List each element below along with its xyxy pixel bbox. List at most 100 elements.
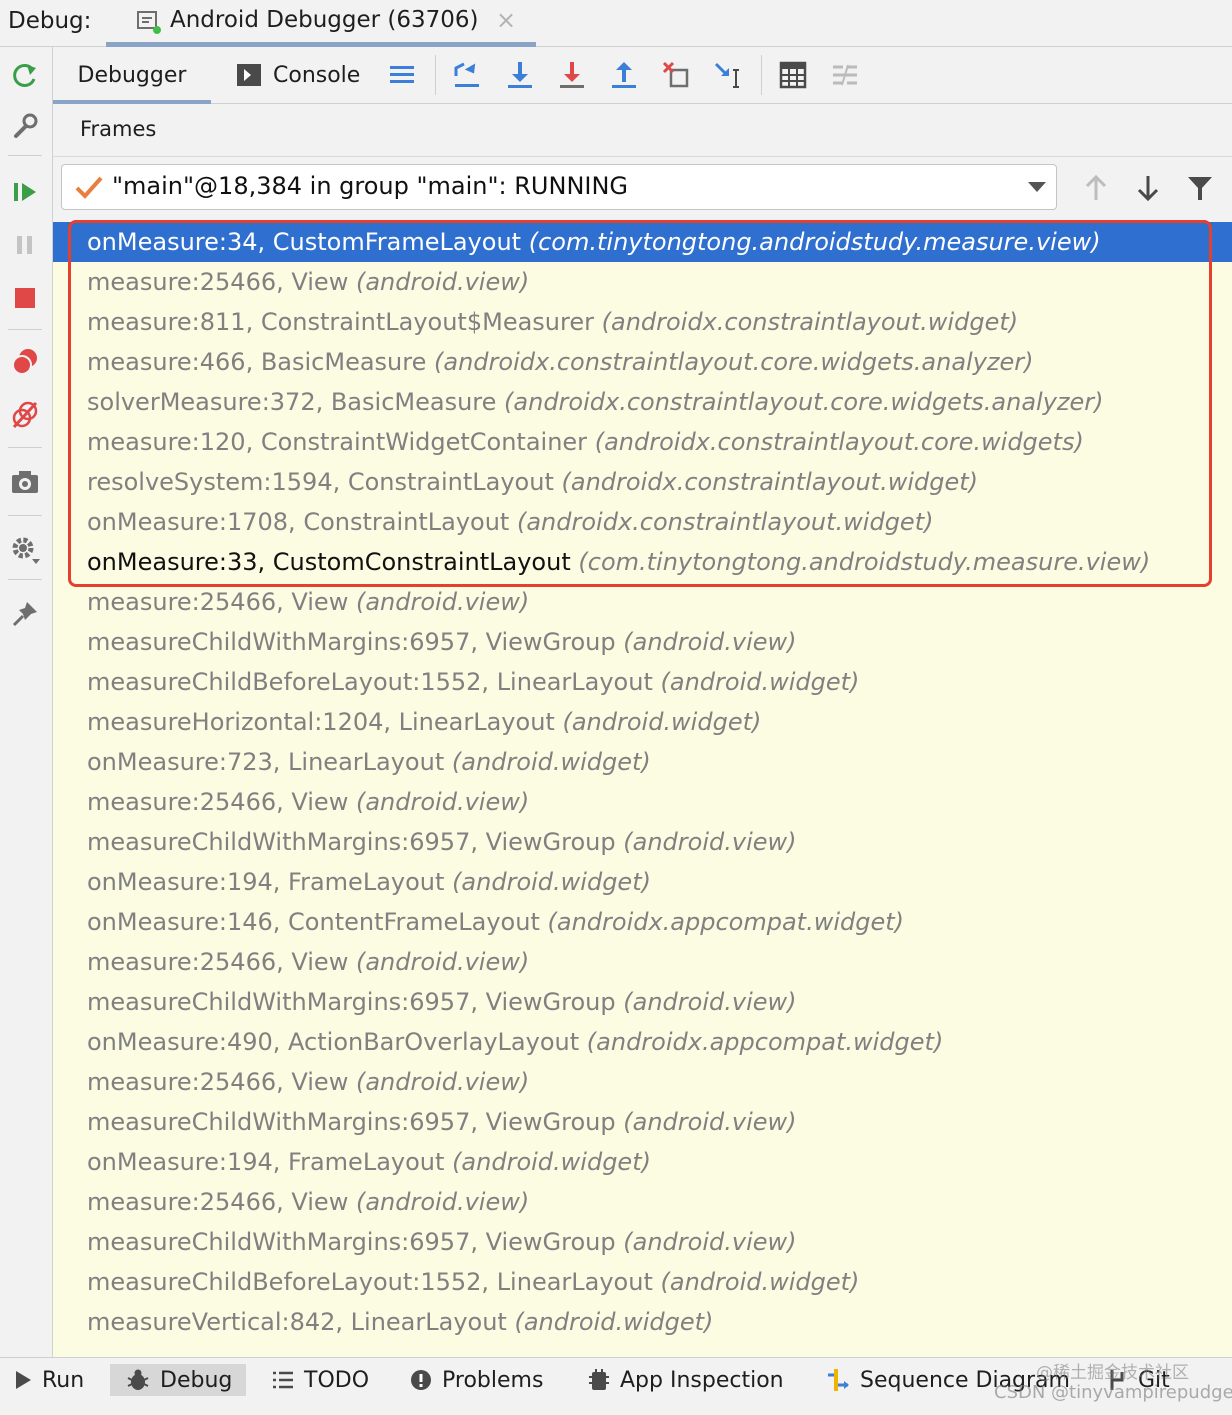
frame-method: measure:25466, View — [87, 1188, 349, 1216]
frame-method: measure:25466, View — [87, 588, 349, 616]
tab-debugger-label: Debugger — [77, 62, 187, 88]
pause-program-icon[interactable] — [10, 230, 40, 260]
frame-package: (android.view) — [355, 1068, 530, 1096]
rerun-icon[interactable] — [10, 61, 40, 91]
thread-selector-dropdown[interactable]: "main"@18,384 in group "main": RUNNING — [61, 164, 1057, 210]
close-tab-icon[interactable]: × — [496, 6, 516, 34]
stop-icon[interactable] — [10, 283, 40, 313]
stack-frame-row[interactable]: measure:25466, View (android.view) — [53, 582, 1232, 622]
frame-package: (androidx.appcompat.widget) — [547, 908, 905, 936]
step-into-icon[interactable] — [556, 59, 588, 91]
tab-console[interactable]: Console — [237, 47, 360, 103]
separator — [8, 579, 42, 580]
pin-icon[interactable] — [10, 599, 40, 629]
frame-method: measure:25466, View — [87, 1068, 349, 1096]
tool-todo[interactable]: TODO — [272, 1364, 369, 1396]
tool-debug[interactable]: Debug — [110, 1364, 247, 1396]
frame-package: (android.view) — [355, 588, 530, 616]
stack-frame-row[interactable]: measureChildWithMargins:6957, ViewGroup … — [53, 1102, 1232, 1142]
frame-package: (android.widget) — [660, 1268, 860, 1296]
frame-method: measureChildBeforeLayout:1552, LinearLay… — [87, 668, 653, 696]
resume-program-icon[interactable] — [10, 177, 40, 207]
stack-frame-row[interactable]: measureChildBeforeLayout:1552, LinearLay… — [53, 662, 1232, 702]
frame-package: (android.view) — [355, 788, 530, 816]
debug-label: Debug: — [8, 8, 92, 34]
stack-frame-row[interactable]: onMeasure:723, LinearLayout (android.wid… — [53, 742, 1232, 782]
frame-method: measureVertical:842, LinearLayout — [87, 1308, 507, 1336]
stack-frame-row[interactable]: measure:25466, View (android.view) — [53, 942, 1232, 982]
next-frame-down-arrow-icon[interactable] — [1133, 172, 1163, 204]
list-icon — [272, 1370, 294, 1390]
chevron-down-icon — [1028, 182, 1046, 192]
tool-run[interactable]: Run — [14, 1364, 84, 1396]
bug-icon — [126, 1368, 150, 1392]
separator — [761, 55, 762, 95]
frame-package: (androidx.appcompat.widget) — [586, 1028, 944, 1056]
step-over-icon[interactable] — [504, 59, 536, 91]
frame-package: (android.view) — [355, 1188, 530, 1216]
debug-tool-window-header: Debug: Android Debugger (63706) × — [0, 0, 1232, 47]
frame-method: onMeasure:146, ContentFrameLayout — [87, 908, 540, 936]
frame-method: measureChildWithMargins:6957, ViewGroup — [87, 828, 616, 856]
show-execution-point-icon[interactable] — [451, 59, 483, 91]
frame-package: (android.view) — [355, 948, 530, 976]
frame-method: measureChildBeforeLayout:1552, LinearLay… — [87, 1268, 653, 1296]
trace-current-stream-icon[interactable] — [829, 59, 861, 91]
tool-run-label: Run — [42, 1367, 85, 1393]
camera-icon[interactable] — [10, 467, 40, 497]
frame-method: onMeasure:194, FrameLayout — [87, 1148, 445, 1176]
show-options-menu-icon[interactable] — [386, 59, 418, 91]
separator — [8, 329, 42, 330]
tool-problems[interactable]: Problems — [410, 1364, 543, 1396]
frame-method: measureChildWithMargins:6957, ViewGroup — [87, 1228, 616, 1256]
stack-frame-row[interactable]: measureChildBeforeLayout:1552, LinearLay… — [53, 1262, 1232, 1302]
tool-debug-label: Debug — [160, 1367, 233, 1393]
debugger-toolbar: Debugger Console — [53, 47, 1232, 104]
frame-method: measureChildWithMargins:6957, ViewGroup — [87, 988, 616, 1016]
frame-package: (android.widget) — [452, 1148, 651, 1176]
tab-debugger[interactable]: Debugger — [53, 47, 211, 104]
wrench-icon[interactable] — [10, 111, 40, 141]
stack-frame-row[interactable]: measureVertical:842, LinearLayout (andro… — [53, 1302, 1232, 1342]
stack-frame-row[interactable]: measureChildWithMargins:6957, ViewGroup … — [53, 822, 1232, 862]
session-title: Android Debugger (63706) — [170, 7, 479, 33]
info-circle-icon — [410, 1369, 432, 1391]
frame-method: measureChildWithMargins:6957, ViewGroup — [87, 1108, 616, 1136]
step-out-icon[interactable] — [608, 59, 640, 91]
evaluate-expression-icon[interactable] — [777, 59, 809, 91]
frames-title: Frames — [80, 117, 157, 141]
drop-frame-icon[interactable] — [660, 59, 692, 91]
stack-frame-row[interactable]: onMeasure:194, FrameLayout (android.widg… — [53, 862, 1232, 902]
stack-frame-row[interactable]: measureChildWithMargins:6957, ViewGroup … — [53, 1222, 1232, 1262]
debug-left-toolbar — [0, 47, 53, 1357]
frame-package: (android.view) — [623, 1228, 797, 1256]
settings-gear-icon[interactable] — [10, 535, 40, 565]
watermark-csdn: CSDN @tinyvampirepudge — [994, 1382, 1232, 1403]
run-play-icon — [14, 1370, 32, 1390]
mute-breakpoints-icon[interactable] — [10, 400, 40, 430]
stack-frame-row[interactable]: onMeasure:490, ActionBarOverlayLayout (a… — [53, 1022, 1232, 1062]
stack-frame-row[interactable]: measure:25466, View (android.view) — [53, 1182, 1232, 1222]
stack-frame-row[interactable]: measure:25466, View (android.view) — [53, 782, 1232, 822]
previous-frame-up-arrow-icon[interactable] — [1081, 172, 1111, 204]
stack-frame-row[interactable]: measureHorizontal:1204, LinearLayout (an… — [53, 702, 1232, 742]
run-to-cursor-icon[interactable] — [712, 59, 744, 91]
frame-package: (android.view) — [623, 628, 797, 656]
frame-method: onMeasure:194, FrameLayout — [87, 868, 445, 896]
watermark-juejin: @稀土掘金技术社区 — [1036, 1363, 1189, 1383]
tool-problems-label: Problems — [442, 1367, 544, 1393]
view-breakpoints-icon[interactable] — [10, 347, 40, 377]
stack-frame-row[interactable]: onMeasure:194, FrameLayout (android.widg… — [53, 1142, 1232, 1182]
frame-package: (android.view) — [623, 828, 797, 856]
stack-frame-row[interactable]: onMeasure:146, ContentFrameLayout (andro… — [53, 902, 1232, 942]
frame-package: (android.widget) — [452, 868, 651, 896]
stack-frame-row[interactable]: measureChildWithMargins:6957, ViewGroup … — [53, 622, 1232, 662]
separator — [8, 515, 42, 516]
tool-app-inspection[interactable]: App Inspection — [588, 1364, 784, 1396]
stack-frame-row[interactable]: measure:25466, View (android.view) — [53, 1062, 1232, 1102]
tab-android-debugger[interactable]: Android Debugger (63706) × — [106, 0, 536, 47]
tool-app-inspection-label: App Inspection — [620, 1367, 784, 1393]
filter-icon[interactable] — [1185, 172, 1215, 204]
stack-frame-row[interactable]: measureChildWithMargins:6957, ViewGroup … — [53, 982, 1232, 1022]
app-inspection-icon — [588, 1368, 610, 1392]
